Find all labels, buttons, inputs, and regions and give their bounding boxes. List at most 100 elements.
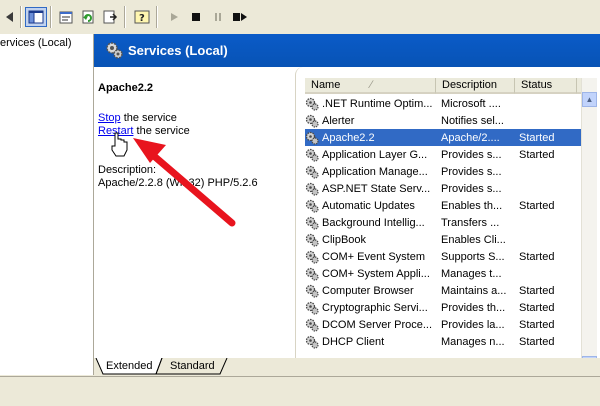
table-row[interactable]: DCOM Server Proce... Provides la... Starte… bbox=[305, 316, 581, 333]
service-name: DCOM Server Proce... bbox=[322, 318, 433, 331]
tab-extended[interactable]: Extended bbox=[106, 360, 152, 372]
service-status: Started bbox=[519, 250, 555, 263]
properties-icon[interactable] bbox=[55, 7, 77, 27]
service-description: Microsoft .... bbox=[441, 97, 501, 110]
services-pane: Services (Local) Apache2.2 Stop the serv… bbox=[94, 34, 600, 375]
service-description: Provides la... bbox=[441, 318, 505, 331]
restart-suffix: the service bbox=[133, 125, 190, 137]
service-description: Provides s... bbox=[441, 148, 502, 161]
svg-text:?: ? bbox=[139, 13, 145, 24]
table-row[interactable]: Application Manage... Provides s... bbox=[305, 163, 581, 180]
toolbar-separator bbox=[20, 6, 22, 28]
service-description: Apache/2.... bbox=[441, 131, 500, 144]
service-gear-icon bbox=[305, 318, 319, 332]
toolbar-separator bbox=[156, 6, 158, 28]
page-title: Services (Local) bbox=[128, 43, 228, 58]
stop-suffix: the service bbox=[120, 112, 177, 124]
stop-service-line: Stop the service bbox=[98, 112, 177, 124]
service-name-cell: Automatic Updates bbox=[305, 199, 438, 213]
table-row[interactable]: Cryptographic Servi... Provides th... Star… bbox=[305, 299, 581, 316]
service-gear-icon bbox=[305, 301, 319, 315]
toolbar-separator bbox=[124, 6, 126, 28]
table-row[interactable]: Application Layer G... Provides s... Start… bbox=[305, 146, 581, 163]
service-status: Started bbox=[519, 335, 555, 348]
table-row[interactable]: COM+ Event System Supports S... Started bbox=[305, 248, 581, 265]
service-gear-icon bbox=[305, 216, 319, 230]
service-gear-icon bbox=[305, 131, 319, 145]
service-name-cell: COM+ System Appli... bbox=[305, 267, 438, 281]
services-gear-icon bbox=[104, 40, 124, 63]
service-description: Provides th... bbox=[441, 301, 506, 314]
service-name-cell: Computer Browser bbox=[305, 284, 438, 298]
service-name: COM+ System Appli... bbox=[322, 267, 430, 280]
service-name-cell: DCOM Server Proce... bbox=[305, 318, 438, 332]
service-description: Provides s... bbox=[441, 182, 502, 195]
service-description: Supports S... bbox=[441, 250, 505, 263]
table-row[interactable]: Alerter Notifies sel... bbox=[305, 112, 581, 129]
service-name: Apache2.2 bbox=[322, 131, 375, 144]
service-description: Maintains a... bbox=[441, 284, 507, 297]
view-tabs: Extended Standard bbox=[94, 358, 600, 376]
service-name-cell: Alerter bbox=[305, 114, 438, 128]
column-header-status[interactable]: Status bbox=[515, 78, 577, 94]
stop-service-icon[interactable] bbox=[185, 7, 207, 27]
tab-standard[interactable]: Standard bbox=[170, 360, 215, 372]
service-name-cell: ClipBook bbox=[305, 233, 438, 247]
export-list-icon[interactable] bbox=[99, 7, 121, 27]
table-row[interactable]: Automatic Updates Enables th... Started bbox=[305, 197, 581, 214]
help-icon[interactable]: ? bbox=[131, 7, 153, 27]
service-name: .NET Runtime Optim... bbox=[322, 97, 433, 110]
service-gear-icon bbox=[305, 148, 319, 162]
service-status: Started bbox=[519, 301, 555, 314]
service-name: DHCP Client bbox=[322, 335, 385, 348]
service-name-cell: Background Intellig... bbox=[305, 216, 438, 230]
stop-service-link[interactable]: Stop bbox=[98, 112, 121, 124]
table-row[interactable]: DHCP Client Manages n... Started bbox=[305, 333, 581, 350]
table-row[interactable]: ASP.NET State Serv... Provides s... bbox=[305, 180, 581, 197]
back-arrow-icon[interactable] bbox=[0, 7, 22, 27]
service-gear-icon bbox=[305, 335, 319, 349]
service-status: Started bbox=[519, 148, 555, 161]
status-bar bbox=[0, 376, 600, 406]
services-header: Services (Local) bbox=[94, 34, 600, 67]
show-hide-tree-icon[interactable] bbox=[25, 7, 47, 27]
table-row[interactable]: ClipBook Enables Cli... bbox=[305, 231, 581, 248]
service-gear-icon bbox=[305, 114, 319, 128]
extended-details-pane: Apache2.2 Stop the service Restart the s… bbox=[94, 67, 296, 358]
start-service-icon[interactable] bbox=[163, 7, 185, 27]
service-gear-icon bbox=[305, 267, 319, 281]
refresh-icon[interactable] bbox=[77, 7, 99, 27]
table-row[interactable]: Computer Browser Maintains a... Started bbox=[305, 282, 581, 299]
service-gear-icon bbox=[305, 182, 319, 196]
scroll-up-icon[interactable]: ▲ bbox=[582, 92, 597, 107]
service-name: Cryptographic Servi... bbox=[322, 301, 428, 314]
restart-service-link[interactable]: Restart bbox=[98, 125, 133, 137]
restart-service-icon[interactable] bbox=[229, 7, 251, 27]
description-text: Apache/2.2.8 (Win32) PHP/5.2.6 bbox=[98, 177, 258, 189]
service-description: Enables Cli... bbox=[441, 233, 506, 246]
services-rows: .NET Runtime Optim... Microsoft .... Alert… bbox=[305, 95, 581, 350]
tree-item-services-local[interactable]: ervices (Local) bbox=[0, 37, 72, 49]
service-description: Provides s... bbox=[441, 165, 502, 178]
service-name: Alerter bbox=[322, 114, 355, 127]
service-name: Automatic Updates bbox=[322, 199, 415, 212]
table-row[interactable]: COM+ System Appli... Manages t... bbox=[305, 265, 581, 282]
service-gear-icon bbox=[305, 233, 319, 247]
service-description: Manages n... bbox=[441, 335, 505, 348]
service-gear-icon bbox=[305, 199, 319, 213]
service-name: Background Intellig... bbox=[322, 216, 425, 229]
toolbar: ? bbox=[0, 0, 600, 35]
vertical-scrollbar[interactable]: ▲ ▼ bbox=[581, 78, 597, 358]
table-row[interactable]: .NET Runtime Optim... Microsoft .... bbox=[305, 95, 581, 112]
column-header-name[interactable]: Name ∕ bbox=[305, 78, 436, 94]
pause-service-icon[interactable] bbox=[207, 7, 229, 27]
service-name-cell: Cryptographic Servi... bbox=[305, 301, 438, 315]
services-list-pane: Name ∕ Description Status .NET Runtime Op… bbox=[295, 67, 600, 358]
service-name-cell: Application Layer G... bbox=[305, 148, 438, 162]
table-row[interactable]: Apache2.2 Apache/2.... Started bbox=[305, 129, 581, 146]
restart-service-line: Restart the service bbox=[98, 125, 190, 137]
column-header-description[interactable]: Description bbox=[436, 78, 515, 94]
table-row[interactable]: Background Intellig... Transfers ... bbox=[305, 214, 581, 231]
service-status: Started bbox=[519, 131, 555, 144]
service-description: Notifies sel... bbox=[441, 114, 504, 127]
